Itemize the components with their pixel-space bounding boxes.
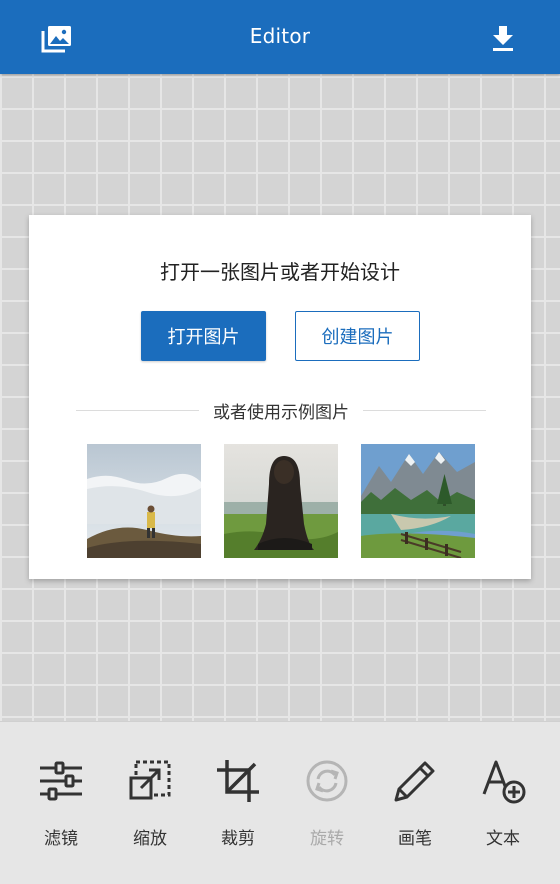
download-icon[interactable]	[490, 24, 516, 52]
start-prompt: 打开一张图片或者开始设计	[160, 260, 400, 284]
tool-resize-label: 缩放	[133, 829, 167, 849]
tool-rotate-label: 旋转	[310, 829, 344, 849]
app-header: Editor	[0, 0, 560, 74]
tool-brush[interactable]: 画笔	[375, 758, 455, 858]
start-card: 打开一张图片或者开始设计 打开图片 创建图片 或者使用示例图片	[29, 215, 531, 579]
divider-line	[76, 409, 199, 411]
tool-text[interactable]: 文本	[463, 758, 543, 858]
sliders-icon	[40, 761, 82, 801]
divider-line	[363, 409, 486, 411]
open-image-button[interactable]: 打开图片	[141, 311, 266, 361]
page-title: Editor	[249, 24, 311, 48]
sample-image-woman-meadow[interactable]	[224, 444, 338, 558]
samples-divider: 或者使用示例图片	[76, 398, 486, 423]
resize-icon	[129, 760, 171, 800]
tool-crop-label: 裁剪	[221, 829, 255, 849]
sample-image-lake-mountains[interactable]	[361, 444, 475, 558]
samples-label: 或者使用示例图片	[213, 402, 349, 423]
add-text-icon	[482, 760, 526, 804]
tool-text-label: 文本	[486, 829, 520, 849]
tool-rotate[interactable]: 旋转	[287, 758, 367, 858]
tool-brush-label: 画笔	[398, 829, 432, 849]
tool-crop[interactable]: 裁剪	[198, 758, 278, 858]
rotate-icon	[306, 760, 348, 802]
tool-filter-label: 滤镜	[44, 829, 78, 849]
crop-icon	[217, 760, 259, 802]
create-image-button[interactable]: 创建图片	[295, 311, 420, 361]
tool-filter[interactable]: 滤镜	[21, 758, 101, 858]
sample-image-mountain-clouds[interactable]	[87, 444, 201, 558]
tool-resize[interactable]: 缩放	[110, 758, 190, 858]
tool-bar: 滤镜 缩放 裁剪 旋转 画笔 文本	[0, 721, 560, 884]
pencil-icon	[394, 761, 435, 802]
